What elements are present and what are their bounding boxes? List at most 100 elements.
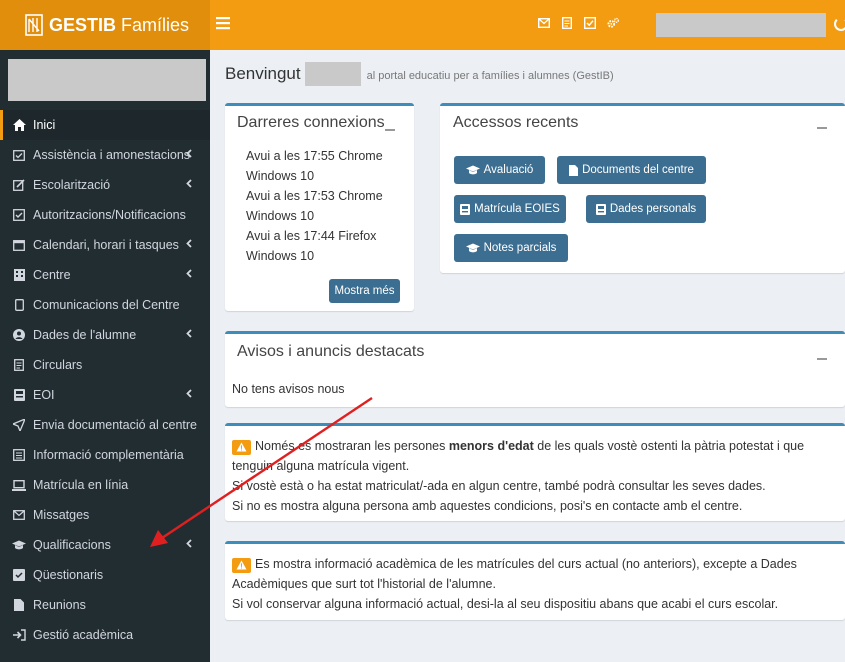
sidebar-item-gestio-academica[interactable]: Gestió acadèmica [0,620,210,650]
sidebar-item-label: EOI [33,388,55,402]
app-logo[interactable]: GESTIB Famílies [0,0,210,50]
connection-line: Windows 10 [246,169,315,183]
recent-button-avaluacio[interactable]: Avaluació [454,156,545,184]
sidebar-item-label: Circulars [33,358,83,372]
id-card-icon [12,388,26,402]
collapse-button[interactable] [817,127,827,129]
logo-text: GESTIB Famílies [49,14,190,35]
sidebar-item-assistencia-i-amonestacions[interactable]: Assistència i amonestacions [0,140,210,170]
alert-line: Acadèmiques que surt tot l'historial de … [232,577,496,591]
sidebar-item-autoritzacions-notificacions[interactable]: Autoritzacions/Notificacions [0,200,210,230]
file-text-icon[interactable] [561,17,573,29]
check-square-icon[interactable] [584,17,596,29]
alert-line: tenguin alguna matrícula vigent. [232,459,410,473]
academic-info-text: Es mostra informació acadèmica de les ma… [232,554,842,614]
connection-line: Windows 10 [246,249,315,263]
sidebar-item-label: Qüestionaris [33,568,104,582]
chevron-left-icon [186,269,192,281]
chevron-left-icon [186,179,192,191]
alert-line: Si vostè està o ha estat matriculat/-ada… [232,479,766,493]
cogs-icon[interactable] [607,17,619,29]
collapse-button[interactable] [385,129,395,131]
connection-line: Avui a les 17:44 Firefox [246,229,377,243]
sidebar-item-qualificacions[interactable]: Qualificacions [0,530,210,560]
sidebar-item-envia-documentacio-al-centre[interactable]: Envia documentació al centre [0,410,210,440]
list-alt-icon [12,448,26,462]
connections-list: Avui a les 17:55 Chrome Windows 10 Avui … [246,146,383,266]
sidebar-item-circulars[interactable]: Circulars [0,350,210,380]
sidebar-item-matricula-en-linia[interactable]: Matrícula en línia [0,470,210,500]
connections-box: Darreres connexions Avui a les 17:55 Chr… [225,103,414,311]
notices-title: Avisos i anuncis destacats [237,343,425,360]
file-icon [12,598,26,612]
button-label: Avaluació [483,164,534,176]
alert-text-part: de les quals vostè ostenti la pàtria pot… [533,439,805,453]
recent-button-documents[interactable]: Documents del centre [557,156,706,184]
recent-button-dades-personals[interactable]: Dades personals [586,195,706,223]
chevron-left-icon [186,149,192,161]
recent-access-title: Accessos recents [453,114,579,131]
check-square-icon [12,208,26,222]
top-header: GESTIB Famílies [0,0,845,50]
button-label: Matrícula EOIES [474,203,560,215]
collapse-button[interactable] [817,358,827,360]
hamburger-icon [216,17,230,30]
sign-in-icon [12,628,26,642]
menu-toggle-button[interactable] [216,14,230,34]
chevron-left-icon [186,329,192,341]
sidebar-item-calendari-horari-i-tasques[interactable]: Calendari, horari i tasques [0,230,210,260]
user-panel [8,59,206,101]
sidebar-item-label: Inici [33,118,56,132]
edit-icon [12,178,26,192]
sidebar-item-dades-de-l-alumne[interactable]: Dades de l'alumne [0,320,210,350]
envelope-icon[interactable] [538,17,550,29]
building-icon [12,268,26,282]
connection-line: Windows 10 [246,209,315,223]
file-text-icon [12,358,26,372]
notices-box: Avisos i anuncis destacats No tens aviso… [225,331,845,407]
sidebar: Inici Assistència i amonestacions Escolari… [0,50,210,662]
graduation-cap-icon [12,538,26,552]
sidebar-item-label: Dades de l'alumne [33,328,137,342]
sidebar-item-label: Missatges [33,508,90,522]
sidebar-menu: Inici Assistència i amonestacions Escolari… [0,110,210,650]
show-more-label: Mostra més [334,285,395,297]
sidebar-item-informacio-complementaria[interactable]: Informació complementària [0,440,210,470]
show-more-button[interactable]: Mostra més [329,279,400,303]
recent-button-notes-parcials[interactable]: Notes parcials [454,234,568,262]
button-label: Notes parcials [483,242,557,254]
send-icon [12,418,26,432]
chevron-left-icon [186,239,192,251]
id-card-icon [595,203,606,215]
check-box-icon [12,568,26,582]
user-menu[interactable] [656,13,826,37]
welcome-header: Benvingut al portal educatiu per a famíl… [225,62,614,86]
recent-access-box: Accessos recents Avaluació Documents del… [440,103,845,273]
chevron-left-icon [186,539,192,551]
sidebar-item-missatges[interactable]: Missatges [0,500,210,530]
sidebar-item-centre[interactable]: Centre [0,260,210,290]
alert-text-part: Només es mostraran les persones [255,439,449,453]
sidebar-item-escolaritzacio[interactable]: Escolarització [0,170,210,200]
user-name-masked [304,62,361,86]
calendar-check-icon [12,148,26,162]
sidebar-item-label: Reunions [33,598,86,612]
sidebar-item-questionaris[interactable]: Qüestionaris [0,560,210,590]
sidebar-item-label: Envia documentació al centre [33,418,197,432]
page-title: Benvingut [225,64,301,83]
sidebar-item-comunicacions-del-centre[interactable]: Comunicacions del Centre [0,290,210,320]
chevron-left-icon [186,389,192,401]
header-icons [538,17,619,29]
sidebar-item-label: Autoritzacions/Notificacions [33,208,186,222]
sidebar-item-label: Escolarització [33,178,111,192]
sidebar-item-label: Assistència i amonestacions [33,148,191,162]
connection-line: Avui a les 17:53 Chrome [246,189,383,203]
gestib-logo-icon [25,14,43,36]
laptop-icon [12,478,26,492]
sidebar-item-inici[interactable]: Inici [0,110,210,140]
sidebar-item-reunions[interactable]: Reunions [0,590,210,620]
sidebar-item-eoi[interactable]: EOI [0,380,210,410]
recent-button-matricula-eoies[interactable]: Matrícula EOIES [454,195,566,223]
power-icon[interactable] [834,17,845,31]
button-label: Dades personals [609,203,697,215]
